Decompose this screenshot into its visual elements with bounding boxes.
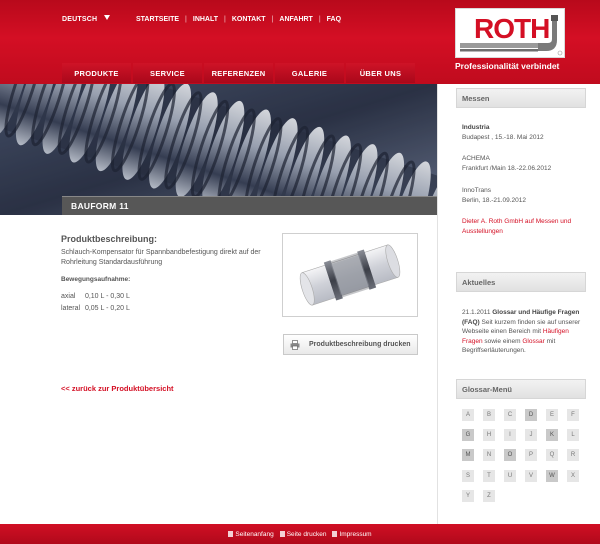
glossar-letter-e[interactable]: E [546, 409, 558, 421]
print-description-button[interactable]: Produktbeschreibung drucken [283, 334, 418, 355]
language-selector[interactable]: DEUTSCH [62, 16, 97, 23]
main-navigation: PRODUKTE SERVICE REFERENZEN GALERIE ÜBER… [62, 63, 415, 83]
glossar-letter-m[interactable]: M [462, 449, 474, 462]
glossar-letter-t[interactable]: T [483, 469, 495, 482]
top-link-inhalt[interactable]: INHALT [193, 16, 218, 23]
top-navigation: STARTSEITE | INHALT | KONTAKT | ANFAHRT … [136, 16, 341, 23]
glossar-letter-u[interactable]: U [504, 469, 516, 482]
top-link-faq[interactable]: FAQ [327, 16, 341, 23]
event-item: InnoTrans Berlin, 18.-21.09.2012 [462, 186, 582, 205]
glossar-letter-f[interactable]: F [567, 409, 579, 421]
movement-label: lateral [61, 305, 81, 312]
info-icon [332, 531, 338, 537]
glossar-letter-z[interactable]: Z [483, 489, 495, 502]
messen-link[interactable]: Dieter A. Roth GmbH auf Messen und Ausst… [462, 217, 582, 236]
glossar-letter-o[interactable]: O [504, 449, 516, 462]
messen-heading: Messen [456, 88, 586, 108]
footer-link-print[interactable]: Seite drucken [279, 530, 327, 538]
glossar-letter-x[interactable]: X [567, 469, 579, 482]
glossar-letter-r[interactable]: R [567, 449, 579, 462]
glossar-letter-s[interactable]: S [462, 469, 474, 482]
back-to-overview-link[interactable]: << zurück zur Produktübersicht [61, 384, 174, 393]
footer-link-label: Impressum [339, 530, 372, 538]
compensator-illustration [299, 244, 401, 306]
glossar-letter-w[interactable]: W [546, 469, 558, 482]
separator: | [271, 16, 274, 23]
footer-link-top[interactable]: Seitenanfang [228, 530, 274, 538]
glossar-heading: Glossar-Menü [456, 379, 586, 399]
event-item: Industria Budapest , 15.-18. Mai 2012 [462, 123, 582, 142]
glossar-letter-v[interactable]: V [525, 469, 537, 482]
nav-service[interactable]: SERVICE [133, 63, 202, 83]
roth-logo[interactable]: ROTH [455, 8, 565, 58]
news-date: 21.1.2011 [462, 309, 491, 316]
event-detail: Berlin, 18.-21.09.2012 [462, 196, 526, 204]
chevron-down-icon[interactable] [104, 15, 110, 20]
nav-referenzen[interactable]: REFERENZEN [204, 63, 273, 83]
event-name: Industria [462, 124, 490, 131]
separator: | [185, 16, 187, 23]
glossar-letter-j[interactable]: J [525, 429, 537, 442]
nav-galerie[interactable]: GALERIE [275, 63, 344, 83]
footer-link-label: Seite drucken [286, 530, 327, 538]
glossar-letter-c[interactable]: C [504, 409, 516, 421]
event-detail: Frankfurt /Main 18.-22.06.2012 [462, 164, 552, 172]
glossar-letter-y[interactable]: Y [462, 489, 474, 502]
event-name: InnoTrans [462, 187, 492, 194]
footer-link-impressum[interactable]: Impressum [332, 530, 372, 538]
logo-wordmark: ROTH [474, 13, 550, 44]
movement-row: axial 0,10 L - 0,30 L [61, 293, 130, 300]
news-text: sowie einem [484, 337, 521, 345]
nav-ueber-uns[interactable]: ÜBER UNS [346, 63, 415, 83]
glossar-letter-p[interactable]: P [525, 449, 537, 462]
movement-title: Bewegungsaufnahme: [61, 276, 131, 283]
movement-row: lateral 0,05 L - 0,20 L [61, 305, 130, 312]
news-item: 21.1.2011 Glossar und Häufige Fragen (FA… [462, 308, 582, 356]
glossar-letter-k[interactable]: K [546, 429, 558, 442]
movement-value: 0,05 L - 0,20 L [84, 305, 130, 312]
glossar-letter-q[interactable]: Q [546, 449, 558, 462]
glossar-letter-h[interactable]: H [483, 429, 495, 442]
glossar-letter-g[interactable]: G [462, 429, 474, 442]
arrow-up-icon [228, 531, 234, 537]
glossar-letter-d[interactable]: D [525, 409, 537, 421]
glossar-link[interactable]: Glossar [522, 338, 544, 345]
separator: | [224, 16, 226, 23]
description-text: Schlauch-Kompensator für Spannbandbefest… [61, 249, 261, 266]
top-link-kontakt[interactable]: KONTAKT [232, 16, 266, 23]
tagline: Professionalität verbindet [455, 61, 560, 71]
glossar-letter-b[interactable]: B [483, 409, 495, 421]
top-link-anfahrt[interactable]: ANFAHRT [279, 16, 312, 23]
glossar-letter-n[interactable]: N [483, 449, 495, 462]
top-link-startseite[interactable]: STARTSEITE [136, 16, 179, 23]
event-item: ACHEMA Frankfurt /Main 18.-22.06.2012 [462, 154, 582, 173]
event-detail: Budapest , 15.-18. Mai 2012 [462, 133, 544, 141]
event-name: ACHEMA [462, 155, 490, 162]
glossar-letter-l[interactable]: L [567, 429, 579, 442]
footer: Seitenanfang Seite drucken Impressum [0, 524, 600, 544]
footer-link-label: Seitenanfang [235, 530, 274, 538]
product-image[interactable] [282, 233, 418, 317]
glossar-letter-i[interactable]: I [504, 429, 516, 442]
printer-icon [279, 531, 285, 537]
print-description-label: Produktbeschreibung drucken [309, 341, 411, 348]
movement-label: axial [61, 293, 76, 300]
description-title: Produktbeschreibung: [61, 234, 158, 244]
glossar-letter-a[interactable]: A [462, 409, 474, 421]
separator: | [318, 16, 321, 23]
product-title-bar: BAUFORM 11 [62, 196, 437, 215]
aktuelles-heading: Aktuelles [456, 272, 586, 292]
movement-value: 0,10 L - 0,30 L [84, 293, 130, 300]
printer-icon [290, 339, 300, 350]
nav-produkte[interactable]: PRODUKTE [62, 63, 131, 83]
